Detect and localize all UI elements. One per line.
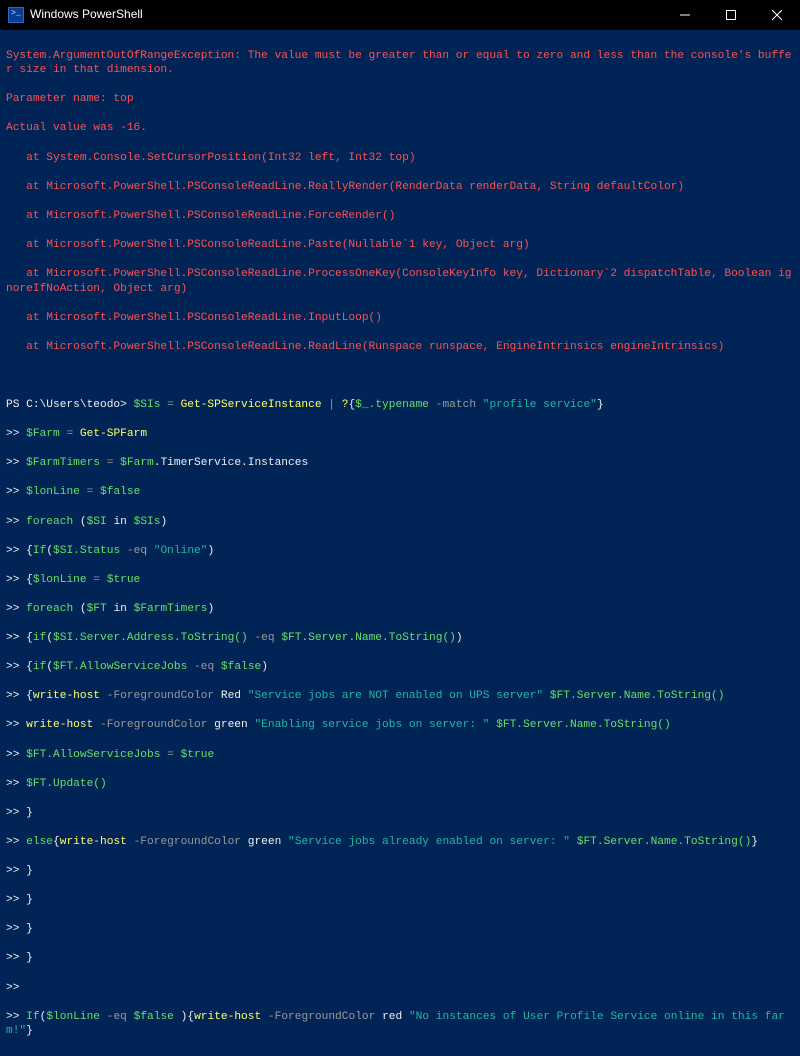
- powershell-icon: [8, 7, 24, 23]
- command-line: >> foreach ($SI in $SIs): [6, 515, 794, 530]
- command-line: >> foreach ($FT in $FarmTimers): [6, 602, 794, 617]
- stack-trace-line: at Microsoft.PowerShell.PSConsoleReadLin…: [6, 209, 794, 224]
- stack-trace-line: at System.Console.SetCursorPosition(Int3…: [6, 151, 794, 166]
- command-line: >> {if($SI.Server.Address.ToString() -eq…: [6, 631, 794, 646]
- close-button[interactable]: [754, 0, 800, 30]
- command-line: >> $lonLine = $false: [6, 485, 794, 500]
- command-line: >> else{write-host -ForegroundColor gree…: [6, 835, 794, 850]
- command-line: >> $Farm = Get-SPFarm: [6, 427, 794, 442]
- titlebar: Windows PowerShell: [0, 0, 800, 30]
- command-line: >> $FT.AllowServiceJobs = $true: [6, 748, 794, 763]
- stack-trace-line: at Microsoft.PowerShell.PSConsoleReadLin…: [6, 180, 794, 195]
- command-line: >> {write-host -ForegroundColor Red "Ser…: [6, 689, 794, 704]
- command-line: >> {If($SI.Status -eq "Online"): [6, 544, 794, 559]
- command-line: >> $FarmTimers = $Farm.TimerService.Inst…: [6, 456, 794, 471]
- stack-trace-line: at Microsoft.PowerShell.PSConsoleReadLin…: [6, 267, 794, 296]
- command-line: >> }: [6, 922, 794, 937]
- command-line: >> If($lonLine -eq $false ){write-host -…: [6, 1010, 794, 1039]
- minimize-button[interactable]: [662, 0, 708, 30]
- command-line: >> }: [6, 864, 794, 879]
- window-title: Windows PowerShell: [30, 7, 143, 23]
- blank-line: [6, 369, 794, 384]
- command-line: >> {$lonLine = $true: [6, 573, 794, 588]
- command-line: >>: [6, 981, 794, 996]
- command-line: >> $FT.Update(): [6, 777, 794, 792]
- error-line: Parameter name: top: [6, 92, 794, 107]
- command-line: >> }: [6, 893, 794, 908]
- command-line: >> write-host -ForegroundColor green "En…: [6, 718, 794, 733]
- terminal-output[interactable]: System.ArgumentOutOfRangeException: The …: [0, 30, 800, 1056]
- command-line: >> {if($FT.AllowServiceJobs -eq $false): [6, 660, 794, 675]
- error-line: System.ArgumentOutOfRangeException: The …: [6, 49, 794, 78]
- stack-trace-line: at Microsoft.PowerShell.PSConsoleReadLin…: [6, 340, 794, 355]
- maximize-button[interactable]: [708, 0, 754, 30]
- stack-trace-line: at Microsoft.PowerShell.PSConsoleReadLin…: [6, 238, 794, 253]
- command-line: PS C:\Users\teodo> $SIs = Get-SPServiceI…: [6, 398, 794, 413]
- command-line: >> }: [6, 951, 794, 966]
- stack-trace-line: at Microsoft.PowerShell.PSConsoleReadLin…: [6, 311, 794, 326]
- ps-prompt: PS C:\Users\teodo>: [6, 399, 134, 411]
- command-line: >> }: [6, 806, 794, 821]
- error-line: Actual value was -16.: [6, 121, 794, 136]
